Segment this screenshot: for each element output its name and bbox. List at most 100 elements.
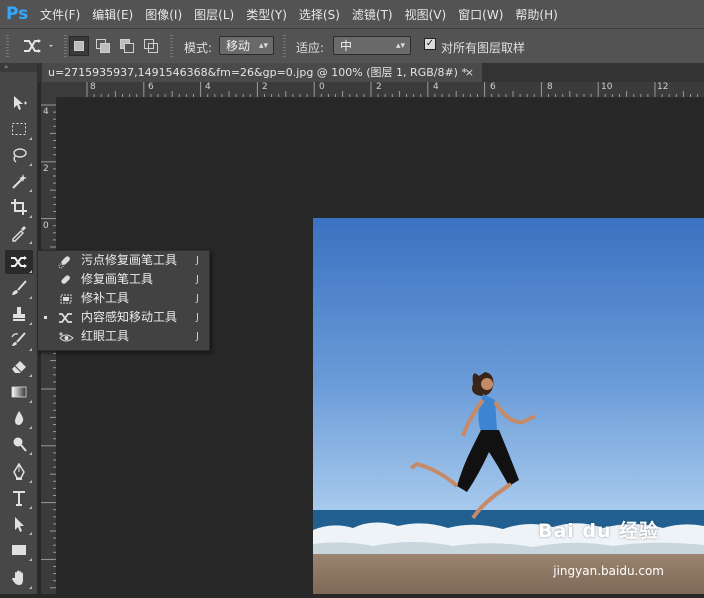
blur-tool[interactable] xyxy=(5,406,33,430)
menu-window[interactable]: 窗口(W) xyxy=(458,6,503,23)
menu-edit[interactable]: 编辑(E) xyxy=(92,6,133,23)
flyout-item-label: 修补工具 xyxy=(81,291,130,305)
gradient-icon xyxy=(11,386,27,398)
sample-all-layers-label: 对所有图层取样 xyxy=(441,41,526,55)
document-tab-row: u=2715935937,1491546368&fm=26&gp=0.jpg @… xyxy=(0,63,704,82)
rectangle-tool[interactable] xyxy=(5,538,33,562)
sample-all-layers-checkbox[interactable]: ✓ xyxy=(424,38,436,50)
flyout-item-shortcut: J xyxy=(196,293,199,304)
gradient-tool[interactable] xyxy=(5,380,33,404)
ruler-label: 2 xyxy=(262,82,268,92)
tools-panel: » xyxy=(0,63,38,594)
pen-tool[interactable] xyxy=(5,460,33,484)
brush-tool[interactable] xyxy=(5,276,33,300)
menu-filter[interactable]: 滤镜(T) xyxy=(352,6,393,23)
ruler-label: 10 xyxy=(601,82,613,92)
menu-type[interactable]: 类型(Y) xyxy=(246,6,287,23)
content-aware-move-tool[interactable] xyxy=(5,250,33,274)
flyout-item-label: 红眼工具 xyxy=(81,329,130,343)
options-bar: 模式: 移动 ▴▾ 适应: 中 ▴▾ ✓ 对所有图层取样 xyxy=(0,28,704,64)
close-icon[interactable]: × xyxy=(465,63,474,82)
mode-select[interactable]: 移动 ▴▾ xyxy=(219,36,274,55)
crop-icon xyxy=(11,199,27,215)
hand-tool[interactable] xyxy=(5,566,33,590)
stamp-icon xyxy=(13,307,25,321)
flyout-item-label: 内容感知移动工具 xyxy=(81,310,178,324)
move-icon xyxy=(14,96,27,110)
content-aware-move-icon xyxy=(59,313,72,323)
healing-brush-icon xyxy=(61,275,70,284)
options-separator xyxy=(64,35,67,57)
flyout-item-red-eye[interactable]: 红眼工具 J xyxy=(38,327,209,346)
history-brush-icon xyxy=(11,332,26,346)
document-tab[interactable]: u=2715935937,1491546368&fm=26&gp=0.jpg @… xyxy=(42,63,482,82)
path-selection-tool[interactable] xyxy=(5,512,33,536)
ruler-label: 8 xyxy=(90,82,96,92)
selected-indicator xyxy=(44,316,47,319)
menu-bar: Ps 文件(F) 编辑(E) 图像(I) 图层(L) 类型(Y) 选择(S) 滤… xyxy=(0,0,704,28)
panel-collapse-button[interactable]: » xyxy=(0,63,37,72)
ruler-label: 6 xyxy=(490,82,496,92)
flyout-item-patch[interactable]: 修补工具 J xyxy=(38,289,209,308)
flyout-item-content-aware-move[interactable]: 内容感知移动工具 J xyxy=(38,308,209,327)
subtract-from-selection-button[interactable] xyxy=(117,36,137,56)
lasso-icon xyxy=(13,148,27,163)
document-title: u=2715935937,1491546368&fm=26&gp=0.jpg @… xyxy=(48,66,467,79)
ruler-label: 2 xyxy=(376,82,382,92)
lasso-tool[interactable] xyxy=(5,143,33,167)
menu-select[interactable]: 选择(S) xyxy=(299,6,340,23)
tool-preset-picker[interactable] xyxy=(20,36,60,56)
marquee-tool[interactable] xyxy=(5,117,33,141)
type-tool[interactable] xyxy=(5,486,33,510)
ruler-label: 4 xyxy=(205,82,211,92)
ruler-label: 0 xyxy=(43,221,49,231)
adapt-value: 中 xyxy=(340,39,353,53)
mode-label: 模式: xyxy=(184,41,213,55)
flyout-item-healing-brush[interactable]: 修复画笔工具 J xyxy=(38,270,209,289)
flyout-item-label: 修复画笔工具 xyxy=(81,272,154,286)
ruler-label: 6 xyxy=(148,82,154,92)
menu-image[interactable]: 图像(I) xyxy=(145,6,182,23)
content-aware-move-icon xyxy=(11,256,27,268)
menu-layer[interactable]: 图层(L) xyxy=(194,6,234,23)
ruler-label: 12 xyxy=(657,82,669,92)
ruler-label: 4 xyxy=(43,107,49,117)
ruler-label: 8 xyxy=(547,82,553,92)
ruler-label: 0 xyxy=(319,82,325,92)
menu-help[interactable]: 帮助(H) xyxy=(515,6,557,23)
flyout-item-label: 污点修复画笔工具 xyxy=(81,253,178,267)
flyout-item-shortcut: J xyxy=(196,312,199,323)
history-brush-tool[interactable] xyxy=(5,328,33,352)
new-selection-button[interactable] xyxy=(69,36,89,56)
clone-stamp-tool[interactable] xyxy=(5,302,33,326)
pen-icon xyxy=(13,463,25,480)
brush-icon xyxy=(12,280,27,295)
magic-wand-icon xyxy=(12,174,27,189)
blur-drop-icon xyxy=(15,411,24,425)
intersect-selection-button[interactable] xyxy=(141,36,161,56)
add-to-selection-button[interactable] xyxy=(93,36,113,56)
crop-tool[interactable] xyxy=(5,195,33,219)
red-eye-icon xyxy=(59,332,74,342)
menu-file[interactable]: 文件(F) xyxy=(40,6,80,23)
options-separator xyxy=(283,35,286,57)
eyedropper-tool[interactable] xyxy=(5,221,33,245)
ruler-label: 2 xyxy=(43,164,49,174)
dodge-tool[interactable] xyxy=(5,432,33,456)
spot-healing-brush-icon xyxy=(58,256,70,269)
menu-view[interactable]: 视图(V) xyxy=(405,6,447,23)
horizontal-ruler[interactable]: 8 6 4 2 0 2 4 6 8 10 12 xyxy=(41,82,704,98)
eraser-tool[interactable] xyxy=(5,354,33,378)
rectangular-marquee-icon xyxy=(12,123,26,135)
adapt-select[interactable]: 中 ▴▾ xyxy=(333,36,411,55)
chevron-updown-icon: ▴▾ xyxy=(258,41,268,51)
mode-value: 移动 xyxy=(226,39,251,53)
magic-wand-tool[interactable] xyxy=(5,169,33,193)
flyout-item-shortcut: J xyxy=(196,274,199,285)
flyout-item-spot-healing-brush[interactable]: 污点修复画笔工具 J xyxy=(38,251,209,270)
options-bar-grip[interactable] xyxy=(6,35,9,57)
type-icon xyxy=(13,491,25,506)
move-tool[interactable] xyxy=(5,91,33,115)
arrow-cursor-icon xyxy=(15,517,24,532)
content-aware-move-icon xyxy=(24,39,53,53)
